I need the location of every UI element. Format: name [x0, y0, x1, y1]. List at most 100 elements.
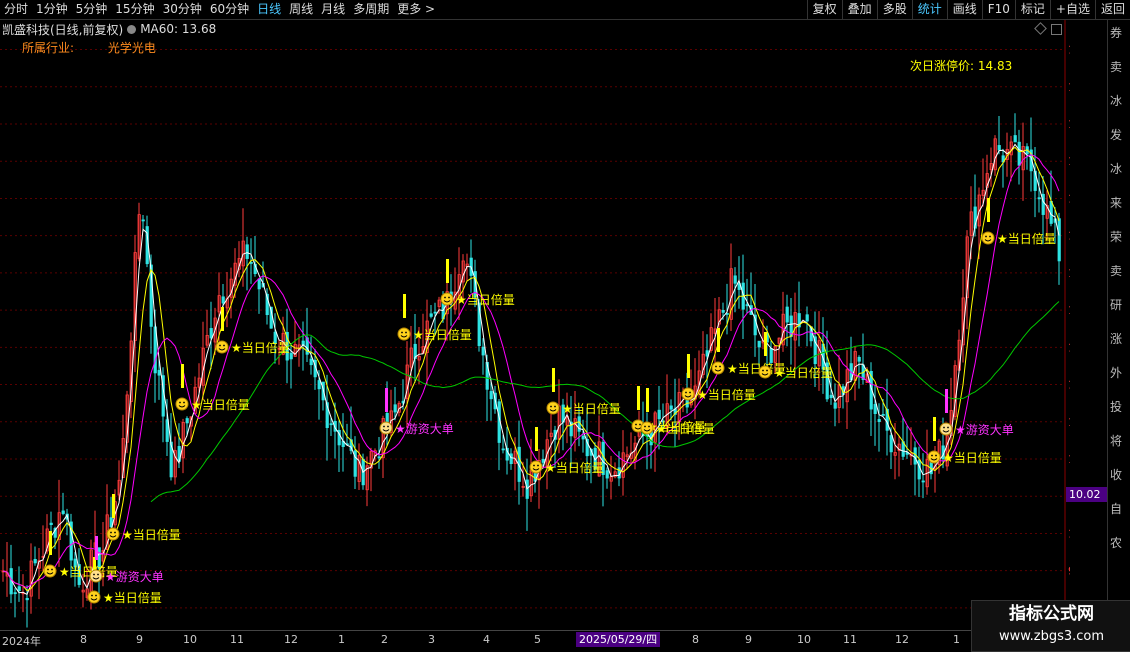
candle-body [17, 586, 21, 592]
tab-multi-period[interactable]: 多周期 [349, 0, 393, 19]
overlay-button[interactable]: 叠加 [841, 0, 877, 19]
candle-body [881, 414, 885, 416]
smiley-icon [43, 564, 57, 578]
back-button[interactable]: 返回 [1094, 0, 1130, 19]
news-pane-char: 冰 [1110, 94, 1123, 108]
x-tick-label: 8 [692, 633, 699, 646]
news-pane-char: 农 [1110, 536, 1123, 550]
signal-bar [112, 494, 115, 518]
tab-1min[interactable]: 1分钟 [32, 0, 72, 19]
signal-label: ★当日倍量 [413, 327, 472, 342]
candle-body [141, 219, 145, 222]
smiley-eye [448, 296, 450, 299]
smiley-icon [939, 422, 953, 436]
tab-daily[interactable]: 日线 [253, 0, 285, 19]
x-tick-label: 12 [284, 633, 298, 646]
candle-body [857, 356, 861, 362]
fuquan-button[interactable]: 复权 [806, 0, 842, 19]
signal-bar [385, 388, 388, 412]
chevron-down-icon[interactable] [127, 24, 137, 34]
signal-bar [987, 198, 990, 222]
candle-body [997, 145, 1001, 151]
smiley-eye [639, 423, 641, 426]
candle-body [721, 309, 725, 313]
smiley-icon [379, 421, 393, 435]
candle-body [757, 340, 761, 348]
y-tick-label: 11.00 [1068, 453, 1070, 466]
smiley-icon [397, 327, 411, 341]
candle-body [1057, 218, 1061, 262]
smiley-eye [554, 405, 556, 408]
news-pane-char: 研 [1110, 298, 1123, 312]
smiley-icon [711, 361, 725, 375]
chart-window-icons [1034, 22, 1062, 35]
ma60-label: MA60: 13.68 [140, 22, 217, 36]
news-pane-char: 冰 [1110, 162, 1123, 176]
news-pane-char: 自 [1110, 502, 1123, 516]
candle-body [13, 592, 17, 595]
mark-button[interactable]: 标记 [1014, 0, 1050, 19]
smiley-icon [981, 231, 995, 245]
smiley-icon [529, 460, 543, 474]
news-pane-char: 发 [1110, 128, 1123, 142]
candle-body [805, 314, 809, 322]
news-pane-char: 券 [1110, 26, 1123, 40]
signal-label: ★当日倍量 [774, 365, 833, 380]
candle-body [185, 418, 189, 424]
right-toolbar: 复权 叠加 多股 统计 画线 F10 标记 +自选 返回 [806, 0, 1130, 19]
multi-stock-button[interactable]: 多股 [876, 0, 912, 19]
industry-value[interactable]: 光学光电 [108, 41, 156, 55]
smiley-eye [91, 594, 93, 597]
signal-label: ★游资大单 [105, 570, 164, 584]
signal-label: ★当日倍量 [545, 460, 604, 475]
candle-body [481, 346, 485, 356]
tab-fenshi[interactable]: 分时 [0, 0, 32, 19]
signal-label: ★游资大单 [955, 423, 1014, 437]
tab-5min[interactable]: 5分钟 [72, 0, 112, 19]
signal-bar [764, 332, 767, 356]
chart-title-bar: 凯盛科技(日线,前复权) MA60: 13.68 [2, 21, 216, 37]
smiley-eye [537, 464, 539, 467]
candle-body [877, 419, 881, 422]
candle-body [657, 409, 661, 420]
candle-body [157, 369, 161, 376]
news-pane-char: 外 [1110, 366, 1123, 380]
signal-label: ★当日倍量 [122, 527, 181, 542]
signal-bar [637, 386, 640, 410]
f10-button[interactable]: F10 [981, 0, 1015, 19]
smiley-icon [758, 365, 772, 379]
candle-body [249, 262, 253, 264]
tab-60min[interactable]: 60分钟 [206, 0, 253, 19]
smiley-eye [405, 331, 407, 334]
x-tick-label: 12 [895, 633, 909, 646]
tab-30min[interactable]: 30分钟 [159, 0, 206, 19]
signal-label: ★当日倍量 [697, 387, 756, 402]
candle-body [833, 402, 837, 409]
maximize-icon[interactable] [1051, 24, 1062, 35]
candle-body [33, 558, 37, 564]
draw-line-button[interactable]: 画线 [946, 0, 982, 19]
news-pane-char: 荣 [1110, 230, 1123, 244]
tab-more[interactable]: 更多 > [393, 0, 439, 19]
candle-body [1017, 141, 1021, 166]
y-tick-label: 15.50 [1068, 118, 1070, 131]
signal-bar [552, 368, 555, 392]
diamond-icon[interactable] [1034, 22, 1047, 35]
candle-body [509, 453, 513, 465]
signal-bar [535, 427, 538, 451]
smiley-eye [47, 568, 49, 571]
y-tick-label: 16.50 [1068, 44, 1070, 57]
news-side-pane[interactable]: 券卖冰发冰来荣卖研涨外投将收自农 [1107, 20, 1130, 630]
news-pane-char: 来 [1110, 196, 1123, 210]
candle-body [433, 311, 437, 314]
tab-15min[interactable]: 15分钟 [111, 0, 158, 19]
candle-body [917, 459, 921, 480]
y-tick-label: 12.00 [1068, 379, 1070, 392]
stats-button[interactable]: 统计 [911, 0, 947, 19]
candle-body [393, 404, 397, 413]
add-favorite-button[interactable]: +自选 [1049, 0, 1095, 19]
tab-monthly[interactable]: 月线 [317, 0, 349, 19]
kline-chart[interactable]: 16.50 16.00 15.50 15.00 14.50 14.00 13.50 13.00… [0, 20, 1070, 630]
smiley-icon [89, 569, 103, 583]
tab-weekly[interactable]: 周线 [285, 0, 317, 19]
